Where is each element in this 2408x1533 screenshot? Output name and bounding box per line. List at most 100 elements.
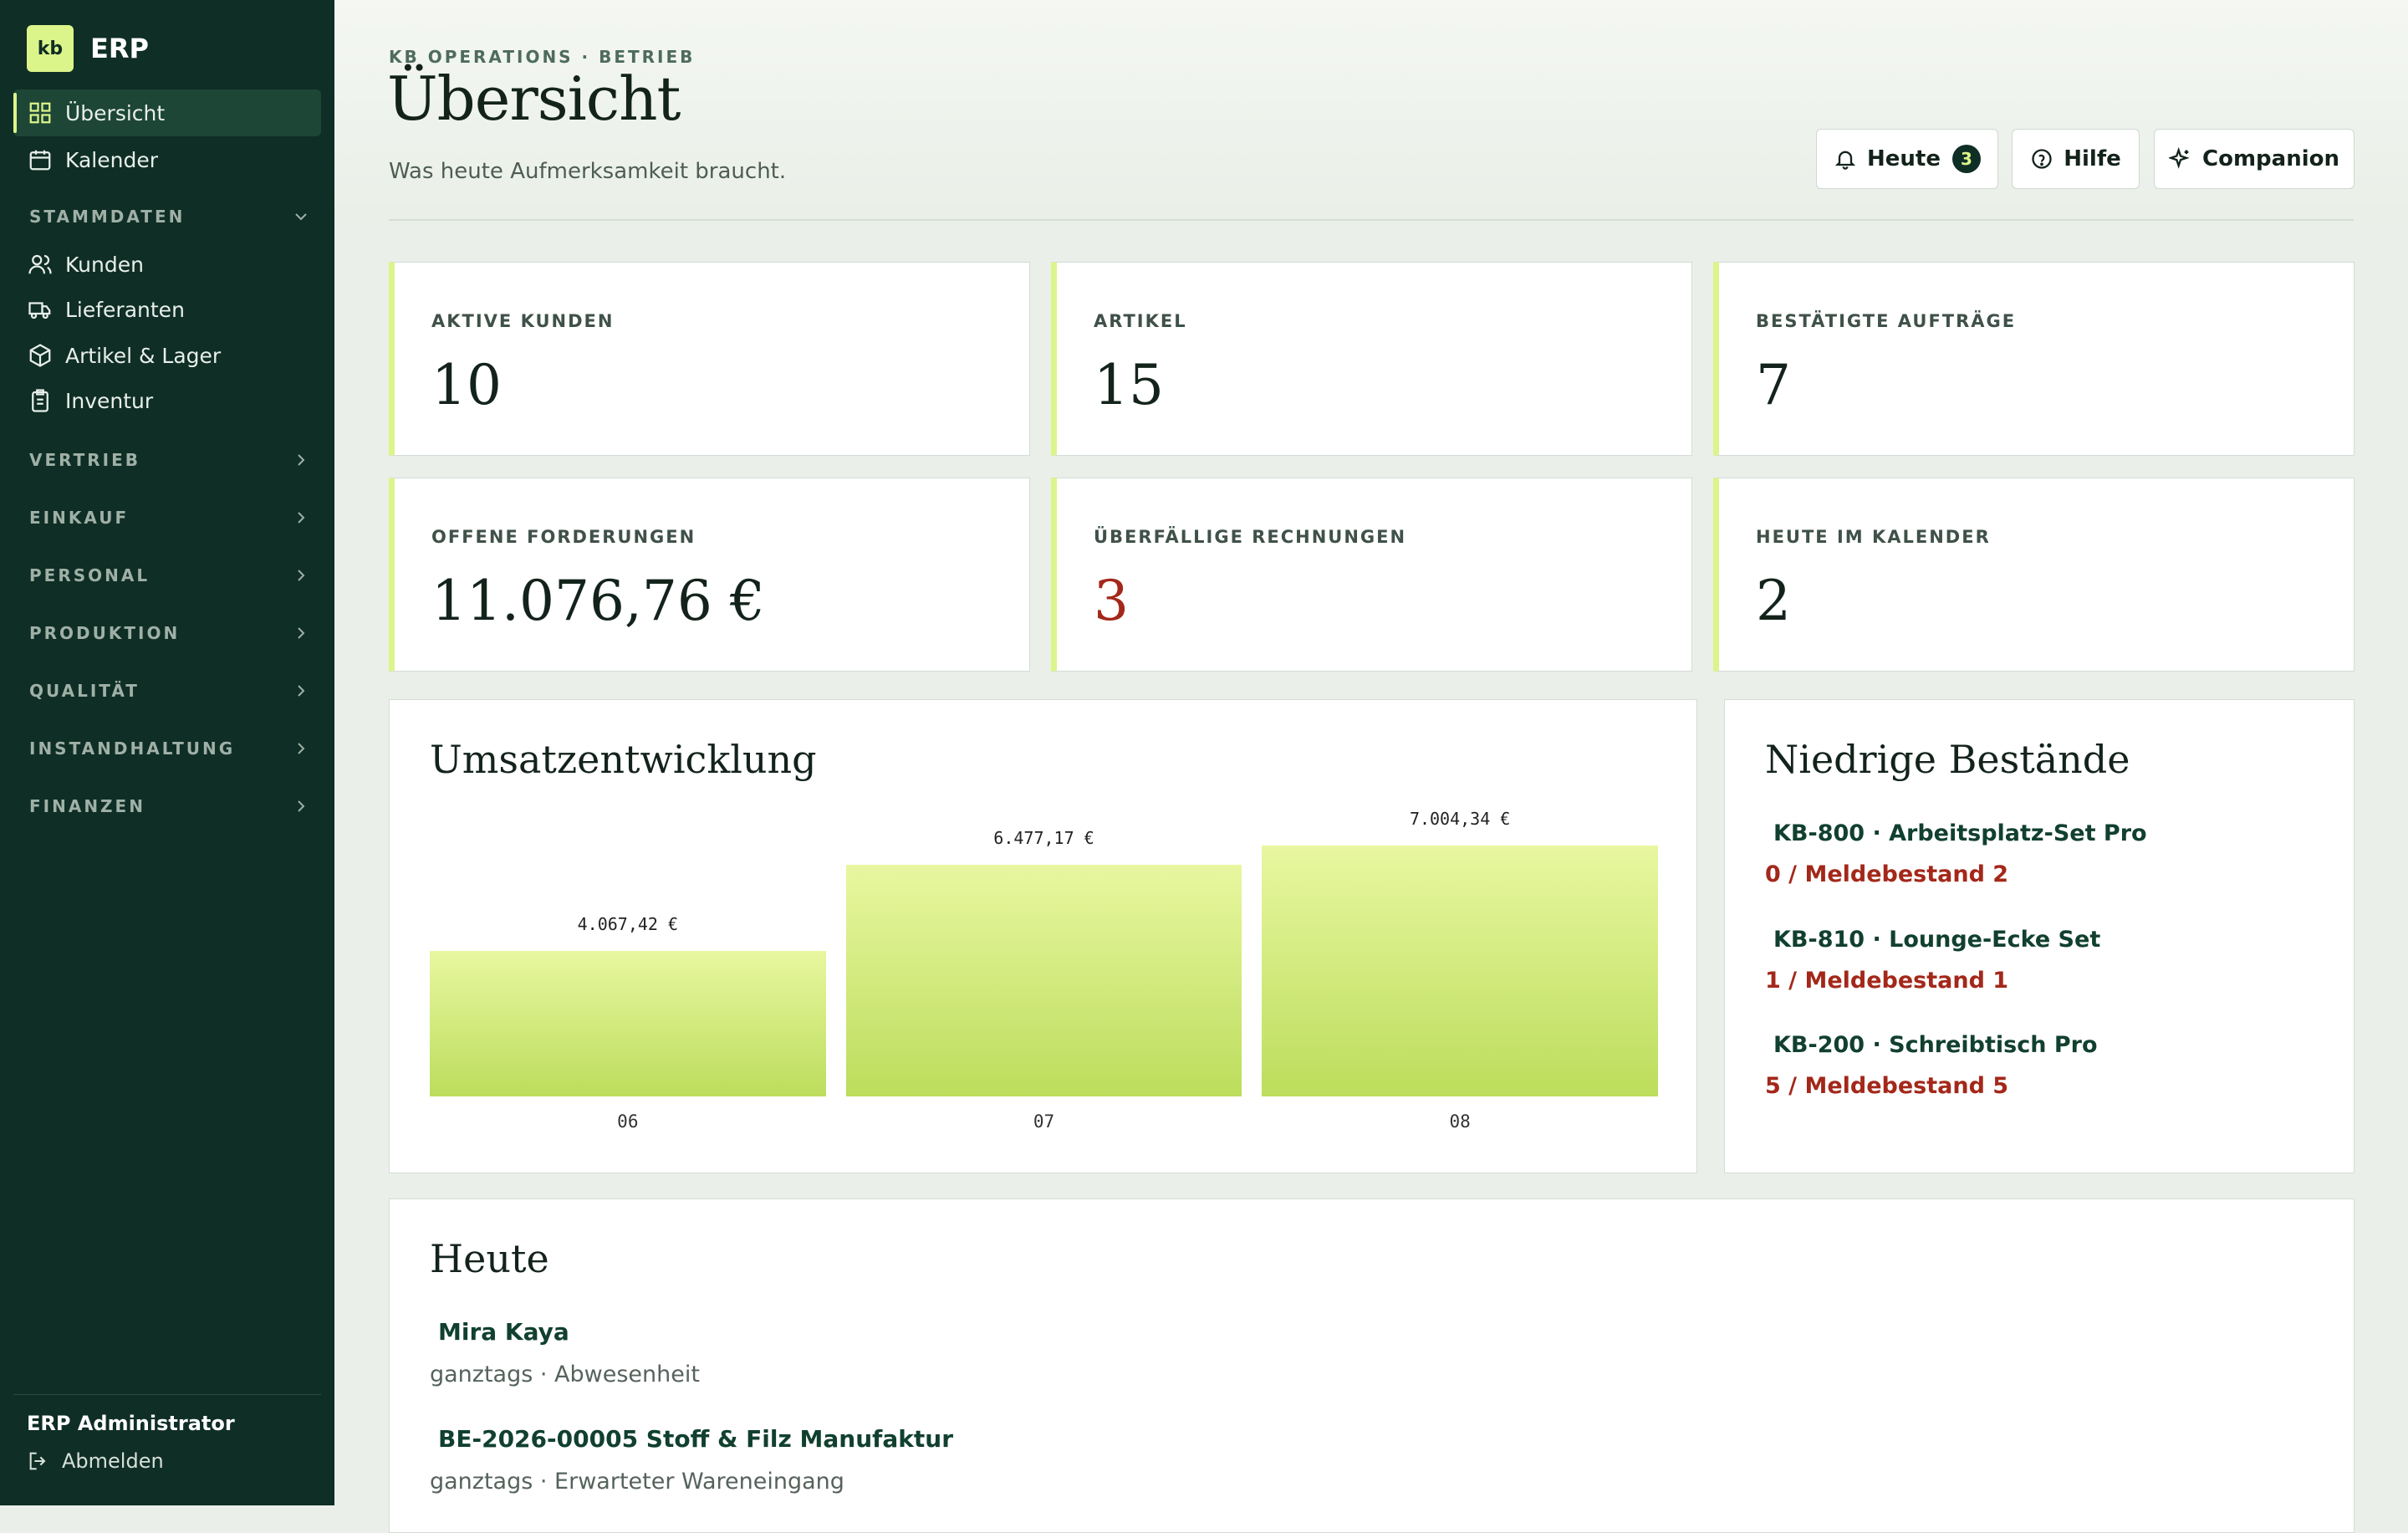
sidebar-group-vertrieb[interactable]: VERTRIEB: [13, 443, 321, 477]
chevron-right-icon: [298, 454, 305, 466]
stat-card-overdue-invoices[interactable]: ÜBERFÄLLIGE RECHNUNGEN 3: [1051, 478, 1692, 672]
stat-label: HEUTE IM KALENDER: [1756, 527, 1991, 547]
today-button[interactable]: Heute 3: [1816, 129, 1998, 189]
sidebar-group-produktion[interactable]: PRODUKTION: [13, 616, 321, 650]
sidebar-group-instandhaltung[interactable]: INSTANDHALTUNG: [13, 732, 321, 765]
stat-label: ÜBERFÄLLIGE RECHNUNGEN: [1094, 527, 1407, 547]
sidebar-divider: [13, 1394, 321, 1395]
stat-label: ARTIKEL: [1094, 311, 1187, 331]
brand[interactable]: kb ERP: [27, 25, 149, 72]
sidebar-item-label: Kalender: [65, 147, 158, 172]
sidebar-item-kalender[interactable]: Kalender: [13, 136, 321, 183]
users-icon: [27, 251, 54, 278]
revenue-bar[interactable]: [845, 864, 1242, 1096]
stat-value: 10: [431, 353, 502, 417]
sidebar-item-kunden[interactable]: Kunden: [13, 241, 321, 288]
sidebar-item-uebersicht[interactable]: Übersicht: [13, 89, 321, 136]
sparkle-icon: [2169, 147, 2190, 169]
chevron-right-icon: [298, 512, 305, 524]
page-subtitle: Was heute Aufmerksamkeit braucht.: [389, 159, 787, 184]
low-stock-quantity: 1 / Meldebestand 1: [1765, 968, 2009, 994]
sidebar-group-label: EINKAUF: [29, 508, 130, 528]
sidebar-item-label: Artikel & Lager: [65, 343, 222, 368]
sidebar-item-label: Inventur: [65, 388, 154, 413]
bell-icon: [1834, 151, 1856, 170]
today-count-badge: 3: [1951, 145, 1981, 173]
sidebar: kb ERP Übersicht Kalender STAMMDATEN Kun…: [0, 0, 334, 1505]
sidebar-item-artikel-lager[interactable]: Artikel & Lager: [13, 332, 321, 379]
low-stock-item-link[interactable]: KB-810 · Lounge-Ecke Set: [1773, 927, 2100, 953]
sidebar-item-label: Lieferanten: [65, 297, 185, 322]
today-title: Heute: [430, 1236, 549, 1281]
logout-icon: [29, 1452, 46, 1470]
revenue-chart: 4.067,42 € 06 6.477,17 € 07 7.004,34 € 08: [390, 700, 1696, 1173]
help-button[interactable]: Hilfe: [2012, 129, 2140, 189]
revenue-bar[interactable]: [1262, 846, 1658, 1096]
logout-label: Abmelden: [62, 1449, 164, 1473]
calendar-icon: [27, 146, 54, 173]
stat-value: 2: [1756, 569, 1791, 633]
logout-link[interactable]: Abmelden: [27, 1449, 164, 1473]
companion-button-label: Companion: [2202, 146, 2339, 171]
brand-name: ERP: [90, 33, 149, 64]
header-divider: [389, 219, 2354, 221]
stat-card-today-calendar[interactable]: HEUTE IM KALENDER 2: [1713, 478, 2354, 672]
stat-value: 3: [1094, 569, 1129, 633]
stat-card-articles[interactable]: ARTIKEL 15: [1051, 262, 1692, 456]
sidebar-group-label: PERSONAL: [29, 565, 150, 585]
sidebar-group-label: STAMMDATEN: [29, 207, 186, 227]
help-button-label: Hilfe: [2064, 146, 2121, 171]
revenue-chart-card: Umsatzentwicklung 4.067,42 €06 6.477,17 €…: [389, 699, 1697, 1173]
bar-value-label: 7.004,34 €: [1409, 809, 1511, 829]
sidebar-item-lieferanten[interactable]: Lieferanten: [13, 286, 321, 333]
low-stock-quantity: 5 / Meldebestand 5: [1765, 1073, 2009, 1099]
box-icon: [27, 342, 54, 369]
today-event-link[interactable]: BE-2026-00005 Stoff & Filz Manufaktur: [438, 1425, 953, 1453]
sidebar-group-personal[interactable]: PERSONAL: [13, 559, 321, 592]
x-tick-label: 07: [1033, 1111, 1055, 1132]
sidebar-group-label: VERTRIEB: [29, 450, 141, 470]
sidebar-group-qualitaet[interactable]: QUALITÄT: [13, 674, 321, 708]
low-stock-quantity: 0 / Meldebestand 2: [1765, 861, 2009, 887]
sidebar-item-inventur[interactable]: Inventur: [13, 377, 321, 424]
stat-card-active-customers[interactable]: AKTIVE KUNDEN 10: [389, 262, 1030, 456]
sidebar-group-label: FINANZEN: [29, 796, 145, 816]
today-event-link[interactable]: Mira Kaya: [438, 1318, 569, 1346]
today-button-label: Heute: [1867, 146, 1941, 171]
stat-label: BESTÄTIGTE AUFTRÄGE: [1756, 311, 2017, 331]
chevron-right-icon: [298, 743, 305, 754]
x-tick-label: 06: [617, 1111, 639, 1132]
companion-button[interactable]: Companion: [2154, 129, 2354, 189]
dashboard-icon: [27, 100, 54, 126]
sidebar-item-label: Kunden: [65, 252, 144, 277]
sidebar-group-stammdaten[interactable]: STAMMDATEN: [13, 200, 321, 233]
chevron-right-icon: [298, 570, 305, 581]
chevron-right-icon: [298, 800, 305, 812]
sidebar-group-einkauf[interactable]: EINKAUF: [13, 501, 321, 534]
low-stock-item-link[interactable]: KB-800 · Arbeitsplatz-Set Pro: [1773, 820, 2147, 846]
stat-card-confirmed-orders[interactable]: BESTÄTIGTE AUFTRÄGE 7: [1713, 262, 2354, 456]
low-stock-item-link[interactable]: KB-200 · Schreibtisch Pro: [1773, 1032, 2098, 1058]
stat-label: OFFENE FORDERUNGEN: [431, 527, 696, 547]
stat-value: 11.076,76 €: [431, 569, 765, 633]
truck-icon: [27, 296, 54, 323]
brand-logo: kb: [27, 25, 74, 72]
today-event-meta: ganztags · Erwarteter Wareneingang: [430, 1469, 844, 1495]
revenue-bar[interactable]: [430, 950, 826, 1096]
user-name: ERP Administrator: [27, 1412, 235, 1435]
today-event-meta: ganztags · Abwesenheit: [430, 1362, 700, 1387]
stat-value: 15: [1094, 353, 1164, 417]
sidebar-group-label: INSTANDHALTUNG: [29, 738, 236, 759]
low-stock-title: Niedrige Bestände: [1765, 737, 2130, 782]
clipboard-icon: [27, 387, 54, 414]
page-title: Übersicht: [387, 64, 681, 134]
bar-value-label: 6.477,17 €: [993, 827, 1094, 848]
stat-value: 7: [1756, 353, 1791, 417]
sidebar-group-finanzen[interactable]: FINANZEN: [13, 789, 321, 823]
stat-card-open-receivables[interactable]: OFFENE FORDERUNGEN 11.076,76 €: [389, 478, 1030, 672]
x-tick-label: 08: [1449, 1111, 1471, 1132]
sidebar-item-label: Übersicht: [65, 100, 166, 125]
sidebar-group-label: QUALITÄT: [29, 681, 140, 701]
chevron-down-icon: [295, 213, 307, 221]
today-card: Heute Mira Kaya ganztags · Abwesenheit B…: [389, 1198, 2354, 1533]
